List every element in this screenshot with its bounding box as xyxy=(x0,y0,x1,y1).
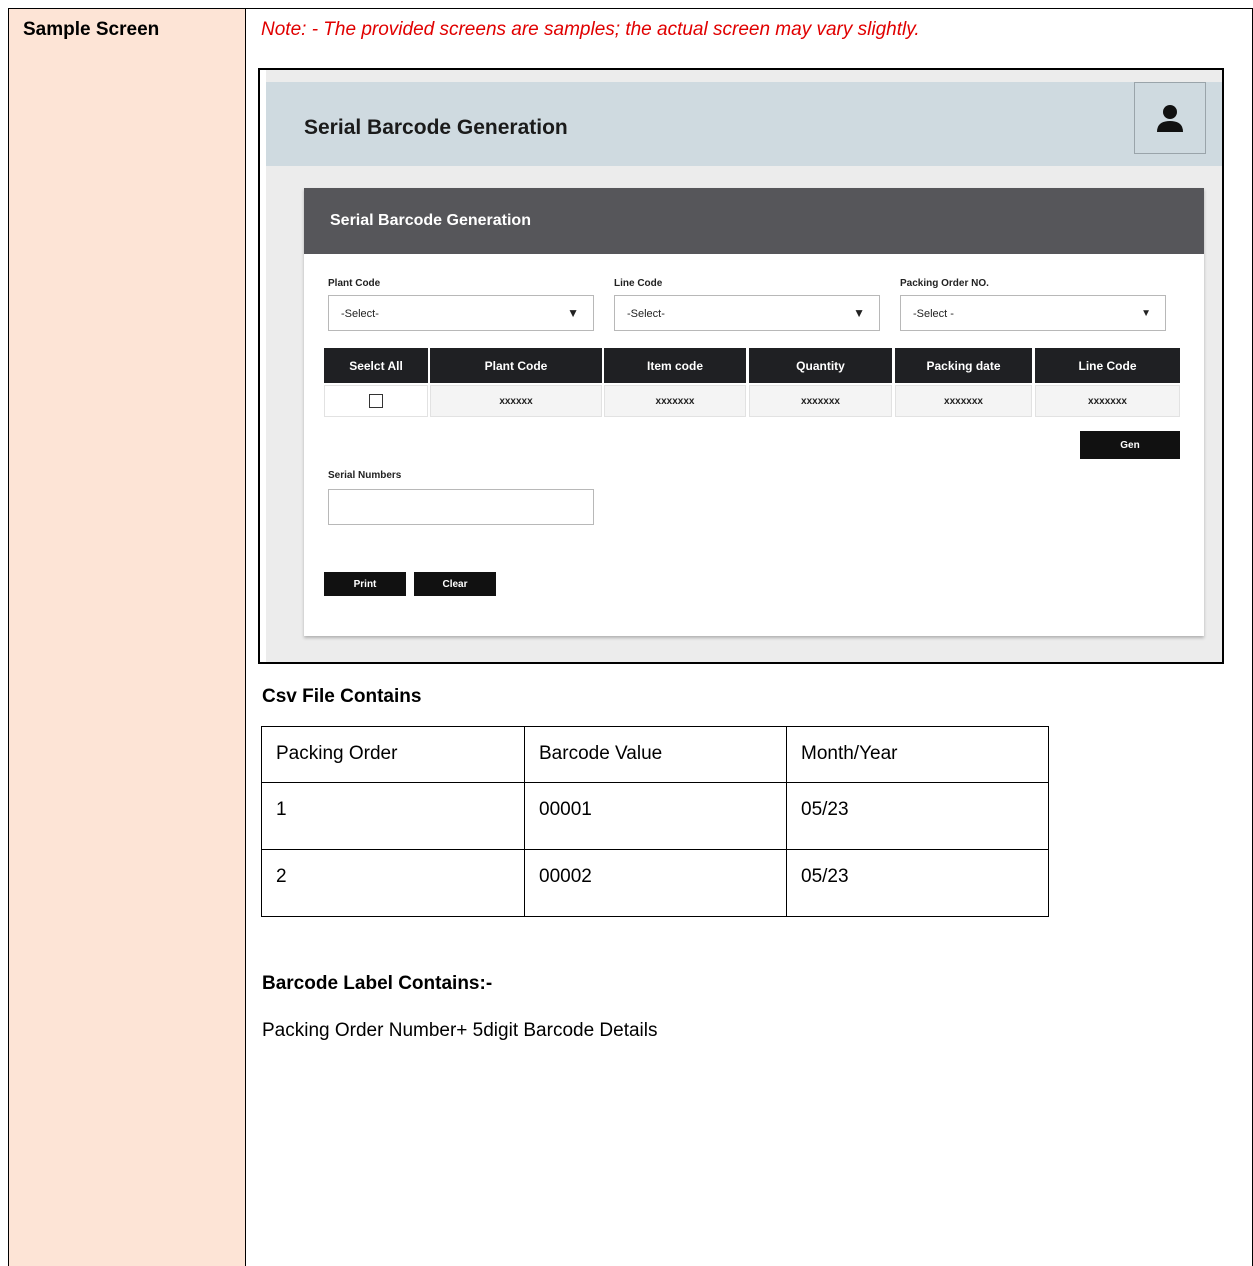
table-row: 2 00002 05/23 xyxy=(261,849,1049,917)
col-plant-code: Plant Code xyxy=(430,348,602,383)
plant-code-label: Plant Code xyxy=(328,278,381,289)
row-checkbox[interactable] xyxy=(369,394,383,408)
col-item-code: Item code xyxy=(604,348,746,383)
csv-cell: 2 xyxy=(261,849,525,917)
serial-numbers-label: Serial Numbers xyxy=(328,470,402,481)
app-header: Serial Barcode Generation xyxy=(266,82,1222,166)
csv-header-cell: Barcode Value xyxy=(524,726,787,783)
barcode-panel: Serial Barcode Generation Plant Code -Se… xyxy=(304,188,1204,636)
col-line-code: Line Code xyxy=(1035,348,1180,383)
dropdown-arrow-icon: ▼ xyxy=(1141,308,1151,319)
user-profile-button[interactable] xyxy=(1134,82,1206,154)
csv-cell: 00002 xyxy=(524,849,787,917)
table-cell: xxxxxxx xyxy=(1035,385,1180,417)
col-quantity: Quantity xyxy=(749,348,892,383)
table-cell: xxxxxxx xyxy=(749,385,892,417)
csv-header-cell: Packing Order xyxy=(261,726,525,783)
barcode-label-heading: Barcode Label Contains:- xyxy=(262,973,493,994)
table-row-select-cell xyxy=(324,385,428,417)
sample-note: Note: - The provided screens are samples… xyxy=(261,19,920,40)
serial-numbers-input[interactable] xyxy=(328,489,594,525)
screen-mockup: Serial Barcode Generation Serial Barcode… xyxy=(258,68,1224,664)
csv-cell: 05/23 xyxy=(786,849,1049,917)
packing-order-select[interactable]: -Select - ▼ xyxy=(900,295,1166,331)
clear-button[interactable]: Clear xyxy=(414,572,496,596)
app-title: Serial Barcode Generation xyxy=(304,116,568,139)
csv-table: Packing Order Barcode Value Month/Year 1… xyxy=(261,726,1049,917)
dropdown-arrow-icon: ▼ xyxy=(567,306,579,320)
sample-screen-label: Sample Screen xyxy=(23,19,160,40)
panel-header: Serial Barcode Generation xyxy=(304,188,1204,254)
dropdown-arrow-icon: ▼ xyxy=(853,306,865,320)
print-button[interactable]: Print xyxy=(324,572,406,596)
gen-button[interactable]: Gen xyxy=(1080,431,1180,459)
table-row: 1 00001 05/23 xyxy=(261,782,1049,850)
csv-heading: Csv File Contains xyxy=(262,686,422,707)
plant-code-select[interactable]: -Select- ▼ xyxy=(328,295,594,331)
panel-title: Serial Barcode Generation xyxy=(330,212,531,229)
csv-cell: 1 xyxy=(261,782,525,850)
line-code-label: Line Code xyxy=(614,278,663,289)
barcode-label-text: Packing Order Number+ 5digit Barcode Det… xyxy=(262,1020,658,1041)
line-code-select[interactable]: -Select- ▼ xyxy=(614,295,880,331)
table-row: Packing Order Barcode Value Month/Year xyxy=(261,726,1049,783)
csv-cell: 00001 xyxy=(524,782,787,850)
table-cell: xxxxxxx xyxy=(895,385,1032,417)
packing-order-label: Packing Order NO. xyxy=(900,278,989,289)
col-packing-date: Packing date xyxy=(895,348,1032,383)
table-cell: xxxxxxx xyxy=(604,385,746,417)
col-select-all[interactable]: Seelct All xyxy=(324,348,428,383)
csv-cell: 05/23 xyxy=(786,782,1049,850)
user-icon xyxy=(1157,105,1183,132)
table-cell: xxxxxx xyxy=(430,385,602,417)
csv-header-cell: Month/Year xyxy=(786,726,1049,783)
label-cell: Sample Screen xyxy=(8,8,246,1266)
